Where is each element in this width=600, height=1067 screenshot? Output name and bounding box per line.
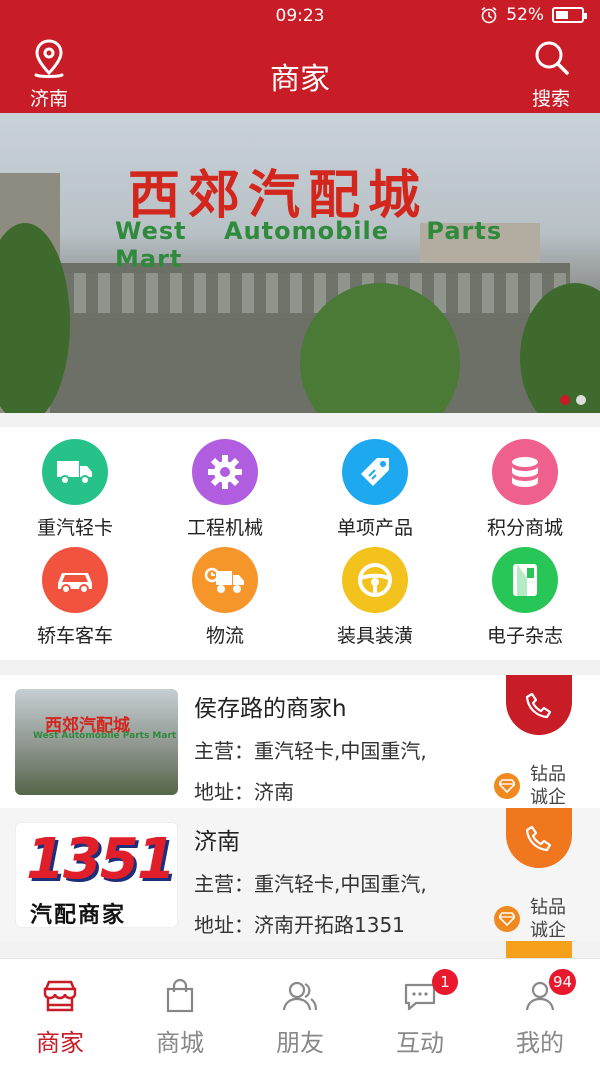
diamond-icon (494, 906, 520, 932)
notification-badge: 1 (432, 969, 458, 995)
category-label: 工程机械 (186, 517, 263, 539)
category-car-bus[interactable]: 轿车客车 (0, 547, 150, 655)
list-item[interactable]: 1351 汽配商家 济南 主营：重汽轻卡,中国重汽, 地址：济南开拓路1351 … (0, 808, 600, 941)
alarm-icon (481, 6, 497, 24)
tab-label: 商家 (36, 1029, 84, 1057)
category-logistics[interactable]: 物流 (150, 547, 300, 655)
car-icon (42, 547, 108, 613)
badge-label: 钻品诚企 (530, 764, 566, 808)
steering-wheel-icon (342, 547, 408, 613)
category-construction-machinery[interactable]: 工程机械 (150, 439, 300, 547)
logo-text: 汽配商家 (30, 903, 127, 928)
category-label: 物流 (205, 625, 244, 647)
badge-label: 钻品诚企 (530, 897, 566, 941)
category-accessories-decoration[interactable]: 装具装潢 (300, 547, 450, 655)
tab-label: 我的 (516, 1029, 564, 1057)
carousel-dot[interactable] (576, 395, 586, 405)
bottom-tab-bar: 商家 商城 朋友 1 互动 94 我的 (0, 958, 600, 1067)
diamond-icon (494, 773, 520, 799)
shop-thumbnail: 西郊汽配城 West Automobile Parts Mart (15, 689, 178, 795)
shop-address: 地址：济南 (194, 780, 294, 804)
tag-icon (342, 439, 408, 505)
category-label: 积分商城 (486, 517, 563, 539)
gear-icon (192, 439, 258, 505)
shop-info: 侯存路的商家h 主营：重汽轻卡,中国重汽, 地址：济南 (194, 689, 427, 808)
shopping-bag-icon (166, 979, 194, 1013)
shop-name: 济南 (194, 829, 240, 855)
banner-gate-band (50, 273, 570, 313)
shop-name: 侯存路的商家h (194, 696, 347, 722)
shop-list: 西郊汽配城 West Automobile Parts Mart 侯存路的商家h… (0, 675, 600, 943)
tab-label: 朋友 (276, 1029, 324, 1057)
battery-percent: 52% (506, 5, 544, 25)
shop-address: 地址：济南开拓路1351 (194, 913, 405, 937)
database-icon (492, 439, 558, 505)
tab-friends[interactable]: 朋友 (240, 959, 360, 1067)
battery-level (556, 11, 568, 19)
shop-icon (43, 980, 77, 1012)
page-title: 商家 (270, 62, 330, 97)
tab-label: 互动 (396, 1029, 444, 1057)
category-points-mall[interactable]: 积分商城 (450, 439, 600, 547)
phone-icon (525, 692, 552, 719)
delivery-truck-icon (192, 547, 258, 613)
tab-interaction[interactable]: 1 互动 (360, 959, 480, 1067)
thumbnail-sign-english: West Automobile Parts Mart (33, 731, 177, 741)
category-label: 装具装潢 (336, 625, 413, 647)
logo-number: 1351 (26, 827, 176, 892)
friends-icon (282, 981, 318, 1011)
search-label: 搜索 (531, 88, 570, 110)
call-button[interactable] (506, 675, 572, 735)
category-grid: 重汽轻卡 工程机械 单项产品 积分商城 轿车客车 物流 装具装潢 电子杂志 (0, 427, 600, 660)
list-item[interactable]: 西郊汽配城 West Automobile Parts Mart 侯存路的商家h… (0, 675, 600, 808)
carousel-indicator (560, 395, 586, 405)
magazine-icon (492, 547, 558, 613)
notification-badge: 94 (549, 969, 577, 995)
shop-main-business: 主营：重汽轻卡,中国重汽, (194, 872, 427, 896)
diamond-enterprise-badge: 钻品诚企 (494, 896, 570, 942)
shop-thumbnail: 1351 汽配商家 (15, 822, 178, 928)
shop-main-business: 主营：重汽轻卡,中国重汽, (194, 739, 427, 763)
status-bar: 09:23 52% (0, 0, 600, 32)
phone-icon (525, 825, 552, 852)
tab-merchants[interactable]: 商家 (0, 959, 120, 1067)
battery-icon (552, 7, 587, 23)
diamond-enterprise-badge: 钻品诚企 (494, 763, 570, 809)
truck-icon (42, 439, 108, 505)
status-right: 52% (480, 5, 587, 25)
category-label: 轿车客车 (36, 625, 113, 647)
tab-me[interactable]: 94 我的 (480, 959, 600, 1067)
call-button[interactable] (506, 808, 572, 868)
search-button[interactable]: 搜索 (516, 38, 586, 111)
category-single-product[interactable]: 单项产品 (300, 439, 450, 547)
category-heavy-light-truck[interactable]: 重汽轻卡 (0, 439, 150, 547)
shop-info: 济南 主营：重汽轻卡,中国重汽, 地址：济南开拓路1351 (194, 822, 427, 941)
search-icon (535, 41, 569, 75)
category-label: 单项产品 (336, 517, 413, 539)
banner-carousel[interactable]: 西郊汽配城 West Automobile Parts Mart (0, 113, 600, 413)
top-header: 09:23 52% 济南 商家 搜索 (0, 0, 600, 113)
category-label: 电子杂志 (486, 625, 563, 647)
category-e-magazine[interactable]: 电子杂志 (450, 547, 600, 655)
tab-label: 商城 (156, 1029, 204, 1057)
category-label: 重汽轻卡 (36, 517, 113, 539)
carousel-dot[interactable] (560, 395, 570, 405)
tab-mall[interactable]: 商城 (120, 959, 240, 1067)
banner-sign-english: West Automobile Parts Mart (115, 217, 503, 273)
